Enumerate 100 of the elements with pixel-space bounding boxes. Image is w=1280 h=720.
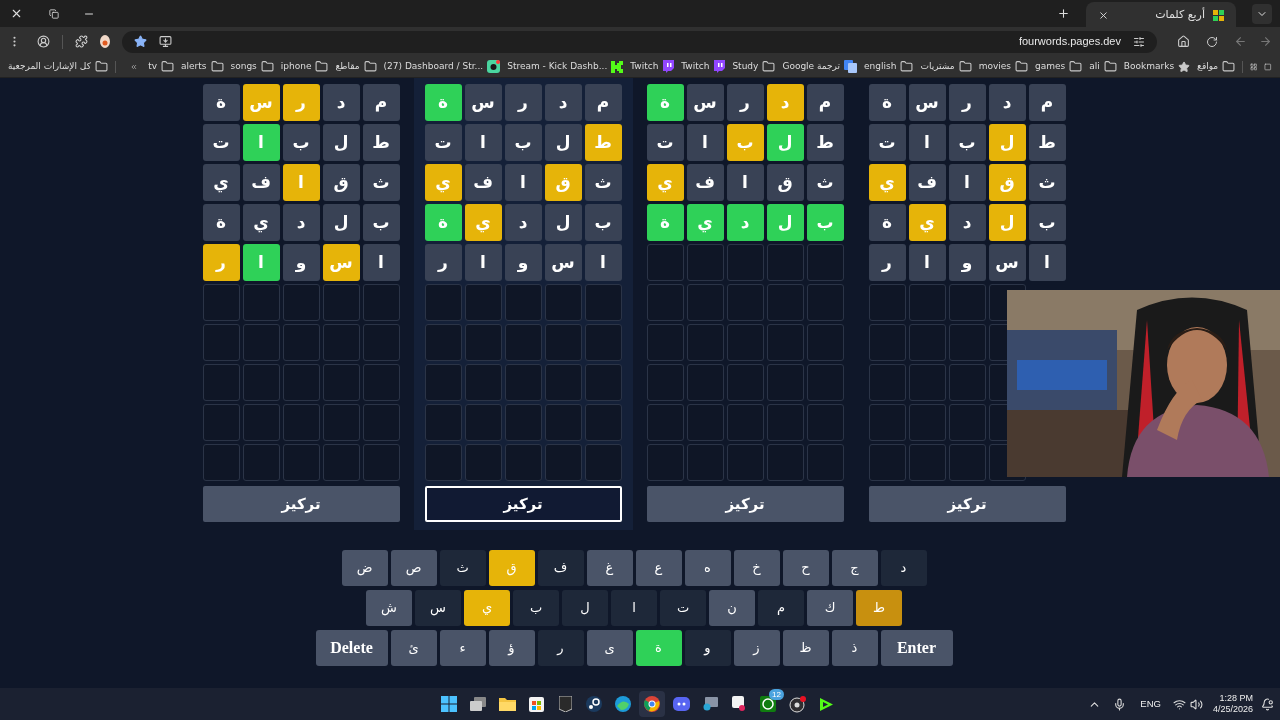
bookmark-item[interactable]: tv <box>148 59 174 74</box>
profile-icon[interactable] <box>37 35 50 48</box>
letter-key[interactable]: س <box>415 590 461 626</box>
browser-tab[interactable]: أربع كلمات <box>1086 1 1236 29</box>
all-bookmarks-item[interactable]: كل الإشارات المرجعية <box>8 59 108 74</box>
focus-button[interactable]: تركيز <box>868 486 1066 522</box>
new-tab-icon[interactable] <box>1057 7 1070 20</box>
letter-key[interactable]: ز <box>733 630 780 666</box>
letter-key[interactable]: ع <box>635 550 682 586</box>
bookmark-item[interactable]: movies <box>978 59 1029 74</box>
letter-tile: ت <box>868 124 906 161</box>
letter-key[interactable]: ه <box>684 550 731 586</box>
chrome-icon[interactable] <box>639 691 665 717</box>
letter-tile: س <box>322 244 360 281</box>
address-bar[interactable]: fourwords.pages.dev <box>122 30 1157 53</box>
bookmark-item[interactable]: ali <box>1089 59 1117 74</box>
letter-key[interactable]: ئ <box>390 630 437 666</box>
empty-tile <box>868 364 906 401</box>
letter-key[interactable]: م <box>758 590 804 626</box>
bookmark-item[interactable]: مقاطع <box>335 59 377 74</box>
letter-key[interactable]: ف <box>537 550 584 586</box>
letter-key[interactable]: ث <box>439 550 486 586</box>
letter-tile: ف <box>686 164 724 201</box>
letter-tile: ل <box>766 124 804 161</box>
notifications-icon[interactable] <box>1261 697 1274 711</box>
bookmark-item[interactable]: Google ترجمة <box>782 59 858 74</box>
letter-key[interactable]: ى <box>586 630 633 666</box>
letter-tile: ف <box>242 164 280 201</box>
bookmark-item[interactable]: مشتريات <box>920 59 972 74</box>
bookmark-item[interactable]: (27) Dashboard / Str... <box>383 59 501 74</box>
letter-key[interactable]: ح <box>782 550 829 586</box>
focus-button[interactable]: تركيز <box>646 486 844 522</box>
letter-key[interactable]: ذ <box>831 630 878 666</box>
back-icon[interactable] <box>1234 35 1247 48</box>
letter-key[interactable]: ا <box>611 590 657 626</box>
microphone-icon[interactable] <box>1113 697 1127 711</box>
letter-tile: ي <box>242 204 280 241</box>
wifi-icon[interactable] <box>1172 697 1186 711</box>
letter-tile: ا <box>362 244 400 281</box>
close-tab-icon[interactable] <box>1098 9 1109 21</box>
home-icon[interactable] <box>1177 35 1190 48</box>
bookmark-item[interactable]: games <box>1035 59 1083 74</box>
bookmark-item[interactable]: Twitch <box>681 59 726 74</box>
letter-key[interactable]: و <box>684 630 731 666</box>
empty-tile <box>242 364 280 401</box>
letter-key[interactable]: ك <box>807 590 853 626</box>
install-icon[interactable] <box>159 35 172 48</box>
empty-tile <box>584 284 622 321</box>
site-settings-icon[interactable] <box>1133 35 1145 48</box>
letter-tile: ا <box>464 244 502 281</box>
letter-key[interactable]: ج <box>831 550 878 586</box>
action-key[interactable]: Delete <box>315 630 388 666</box>
bookmark-item[interactable]: iphone <box>280 59 329 74</box>
empty-tile <box>766 444 804 481</box>
letter-tile: ي <box>646 164 684 201</box>
extensions-icon[interactable] <box>75 35 88 48</box>
letter-key[interactable]: ؤ <box>488 630 535 666</box>
close-icon[interactable] <box>10 7 23 20</box>
letter-key[interactable]: ظ <box>782 630 829 666</box>
empty-tile <box>544 444 582 481</box>
forward-icon[interactable] <box>1259 35 1272 48</box>
letter-key[interactable]: ش <box>366 590 412 626</box>
letter-key[interactable]: ر <box>537 630 584 666</box>
letter-key[interactable]: ص <box>390 550 437 586</box>
focus-button[interactable]: تركيز <box>424 486 622 522</box>
bookmark-star-icon[interactable] <box>134 35 147 48</box>
chat-bubble-icon <box>713 60 726 73</box>
letter-key[interactable]: خ <box>733 550 780 586</box>
letter-key[interactable]: ن <box>709 590 755 626</box>
letter-key[interactable]: ض <box>341 550 388 586</box>
letter-key[interactable]: ب <box>513 590 559 626</box>
bookmark-item[interactable]: songs <box>230 59 274 74</box>
extension-icon[interactable] <box>100 35 110 48</box>
bookmark-item[interactable]: Study <box>732 59 776 74</box>
language-indicator[interactable]: ENG <box>1140 696 1161 712</box>
empty-tile <box>504 364 542 401</box>
bookmark-item[interactable]: Bookmarks <box>1123 59 1191 74</box>
letter-tile: ل <box>766 204 804 241</box>
letter-key[interactable]: ء <box>439 630 486 666</box>
letter-tile: ل <box>544 124 582 161</box>
empty-tile <box>322 404 360 441</box>
reload-icon[interactable] <box>1206 35 1218 48</box>
letter-tile: ث <box>584 164 622 201</box>
action-key[interactable]: Enter <box>880 630 953 666</box>
clock[interactable]: 1:28 PM 4/25/2026 <box>1212 693 1253 715</box>
letter-tile: ة <box>868 84 906 121</box>
volume-icon[interactable] <box>1189 697 1203 711</box>
bookmark-item[interactable]: english <box>864 59 914 74</box>
bookmark-item[interactable]: مواقع <box>1197 59 1236 74</box>
empty-tile <box>726 444 764 481</box>
restore-icon[interactable] <box>49 8 59 19</box>
letter-key[interactable]: ت <box>660 590 706 626</box>
focus-button[interactable]: تركيز <box>202 486 400 522</box>
tab-list-button[interactable] <box>1252 3 1272 24</box>
letter-key[interactable]: ل <box>562 590 608 626</box>
bookmark-item[interactable]: Stream - Kick Dashb... <box>507 59 624 74</box>
letter-key[interactable]: د <box>880 550 927 586</box>
letter-key[interactable]: غ <box>586 550 633 586</box>
bookmark-item[interactable]: alerts <box>181 59 224 74</box>
bookmark-item[interactable]: Twitch <box>630 59 675 74</box>
